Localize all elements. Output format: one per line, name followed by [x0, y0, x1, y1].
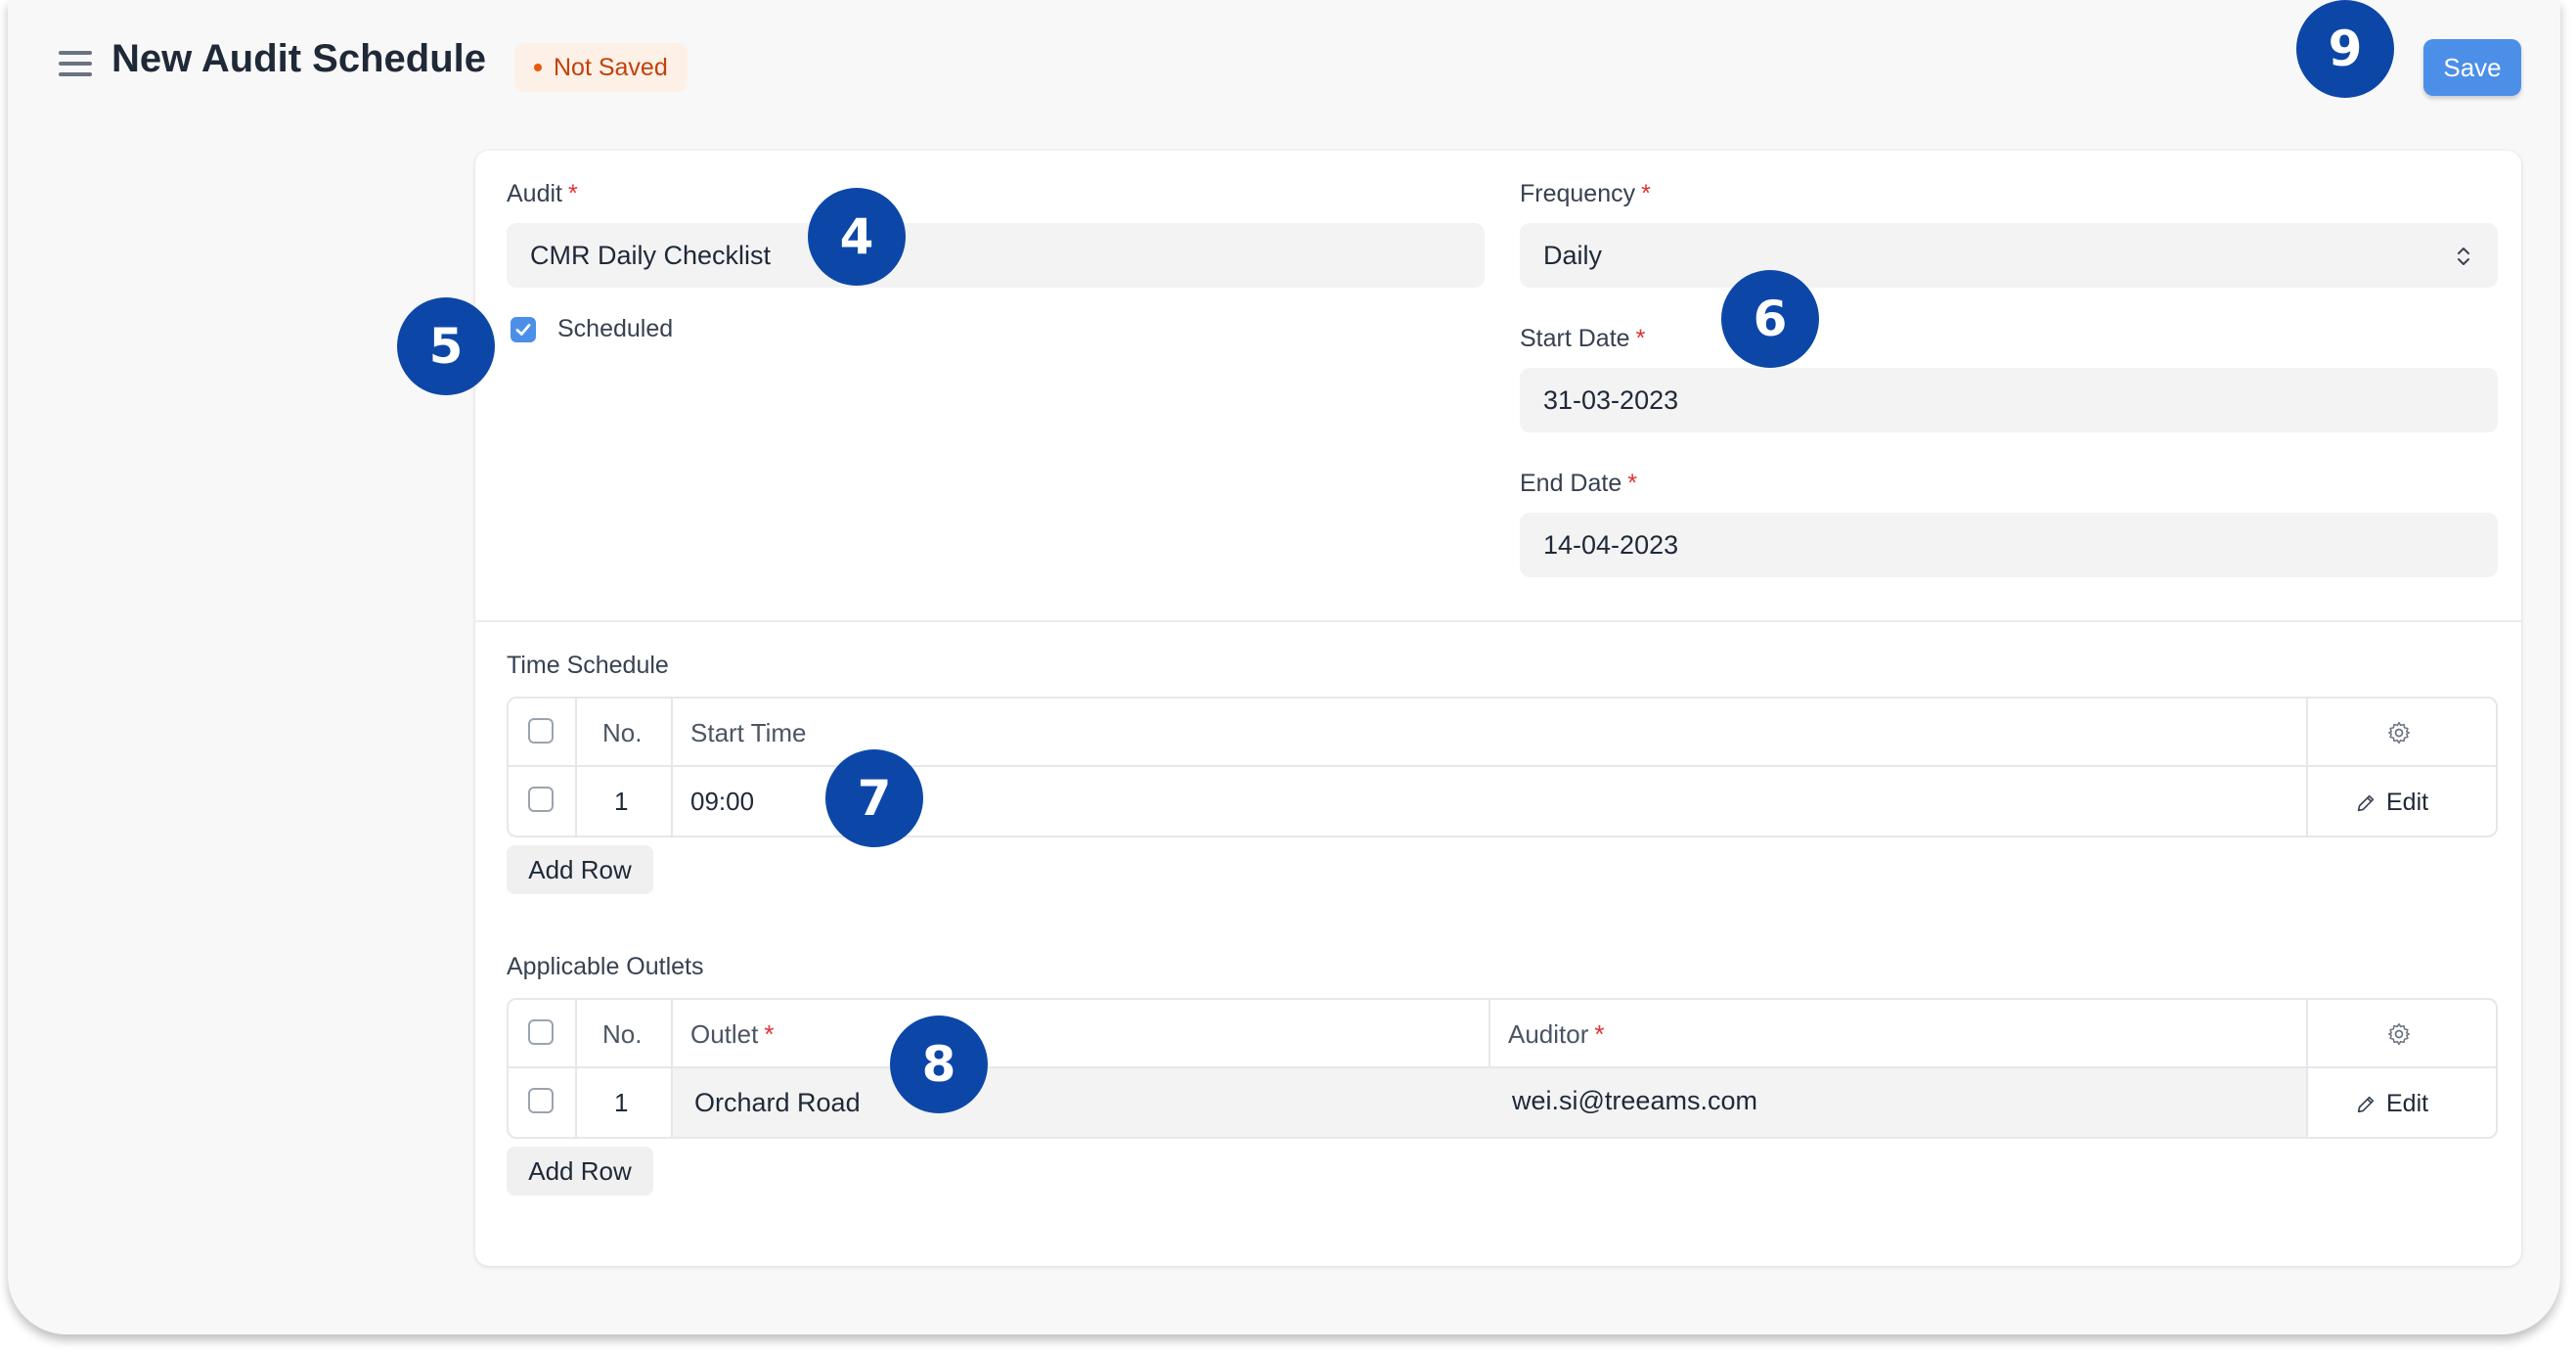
page-title: New Audit Schedule: [111, 37, 487, 80]
auditor-cell[interactable]: wei.si@treeams.com: [1512, 1086, 1757, 1116]
app-window: New Audit Schedule Not Saved Save Audit *…: [8, 0, 2560, 1334]
row-number: 1: [614, 1088, 629, 1117]
start-date-label-text: Start Date: [1520, 325, 1630, 352]
column-header-auditor: Auditor *: [1508, 1019, 1605, 1050]
frequency-value: Daily: [1543, 240, 1603, 270]
callout-marker-4: 4: [808, 188, 906, 286]
audit-value: CMR Daily Checklist: [530, 240, 772, 270]
edit-row-button[interactable]: Edit: [2355, 1090, 2428, 1118]
edit-label: Edit: [2386, 789, 2429, 816]
start-date-value: 31-03-2023: [1543, 384, 1679, 415]
select-all-checkbox[interactable]: [528, 718, 554, 744]
section-divider: [475, 620, 2521, 622]
time-schedule-table: No. Start Time 1 09:00 Edit: [507, 697, 2498, 837]
callout-marker-6: 6: [1721, 270, 1819, 368]
save-button[interactable]: Save: [2423, 39, 2521, 96]
row-number: 1: [614, 787, 629, 816]
scheduled-label: Scheduled: [557, 315, 674, 342]
column-header-auditor-text: Auditor: [1508, 1019, 1589, 1049]
edit-row-button[interactable]: Edit: [2355, 789, 2428, 817]
column-header-outlet: Outlet *: [690, 1019, 775, 1050]
outlets-table: No. Outlet * Auditor * 1 Orchard Road wei.…: [507, 998, 2498, 1139]
select-all-checkbox[interactable]: [528, 1019, 554, 1045]
status-badge: Not Saved: [514, 43, 688, 92]
applicable-outlets-label: Applicable Outlets: [507, 953, 704, 980]
scheduled-checkbox[interactable]: [511, 317, 536, 342]
required-mark: *: [567, 180, 578, 207]
end-date-label-text: End Date: [1520, 470, 1622, 497]
gear-icon[interactable]: [2386, 720, 2412, 745]
pencil-icon: [2357, 1096, 2375, 1112]
menu-icon[interactable]: [59, 51, 92, 76]
column-header-start-time: Start Time: [690, 718, 807, 747]
column-header-no: No.: [602, 1019, 643, 1049]
frequency-label-text: Frequency: [1520, 180, 1636, 207]
audit-input[interactable]: CMR Daily Checklist: [507, 223, 1485, 288]
status-dot-icon: [534, 64, 542, 71]
frequency-select[interactable]: Daily: [1520, 223, 2498, 288]
audit-label-text: Audit: [507, 180, 562, 207]
frequency-label: Frequency *: [1520, 180, 1651, 208]
pencil-icon: [2357, 794, 2375, 811]
outlet-cell[interactable]: Orchard Road: [694, 1088, 861, 1118]
callout-marker-9: 9: [2296, 0, 2394, 98]
end-date-label: End Date *: [1520, 470, 1637, 498]
required-mark: *: [764, 1019, 775, 1049]
end-date-value: 14-04-2023: [1543, 529, 1679, 560]
required-mark: *: [1594, 1019, 1605, 1049]
select-arrows-icon: [2458, 248, 2469, 265]
row-checkbox[interactable]: [528, 787, 554, 812]
column-header-no: No.: [602, 718, 643, 747]
row-checkbox[interactable]: [528, 1088, 554, 1113]
check-icon: [515, 324, 531, 336]
status-text: Not Saved: [554, 53, 668, 81]
callout-marker-5: 5: [397, 297, 495, 395]
audit-label: Audit *: [507, 180, 578, 208]
required-mark: *: [1641, 180, 1651, 207]
callout-marker-7: 7: [825, 749, 923, 847]
edit-label: Edit: [2386, 1090, 2429, 1117]
add-row-button[interactable]: Add Row: [507, 845, 653, 894]
end-date-input[interactable]: 14-04-2023: [1520, 513, 2498, 577]
column-header-outlet-text: Outlet: [690, 1019, 759, 1049]
start-time-cell[interactable]: 09:00: [690, 787, 754, 817]
gear-icon[interactable]: [2386, 1021, 2412, 1047]
form-card: Audit * CMR Daily Checklist Scheduled Fre…: [475, 151, 2521, 1266]
add-row-button[interactable]: Add Row: [507, 1147, 653, 1196]
start-date-label: Start Date *: [1520, 325, 1645, 353]
time-schedule-label: Time Schedule: [507, 652, 669, 679]
start-date-input[interactable]: 31-03-2023: [1520, 368, 2498, 432]
required-mark: *: [1627, 470, 1637, 497]
callout-marker-8: 8: [890, 1016, 988, 1113]
required-mark: *: [1635, 325, 1646, 352]
